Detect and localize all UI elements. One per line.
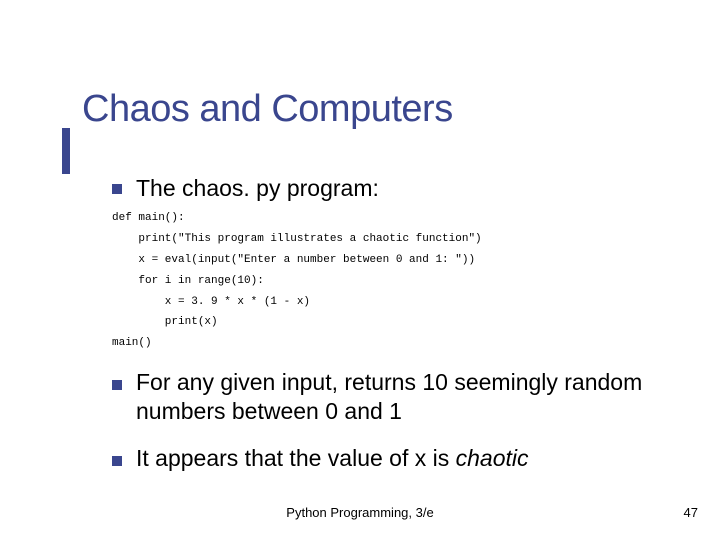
code-block: def main(): print("This program illustra… [112, 208, 680, 354]
bullet-item: It appears that the value of x is chaoti… [112, 444, 680, 473]
slide-title: Chaos and Computers [82, 88, 453, 131]
page-number: 47 [684, 505, 698, 520]
slide-body: The chaos. py program: def main(): print… [112, 175, 680, 478]
accent-bar [62, 128, 70, 174]
bullet-text: The chaos. py program: [136, 175, 379, 202]
bullet-text: For any given input, returns 10 seemingl… [136, 368, 680, 426]
slide: Chaos and Computers The chaos. py progra… [0, 0, 720, 540]
bullet-text-prefix: It appears that the value of x is [136, 445, 456, 471]
footer-book-title: Python Programming, 3/e [0, 505, 720, 520]
square-bullet-icon [112, 456, 122, 466]
bullet-item: The chaos. py program: [112, 175, 680, 202]
square-bullet-icon [112, 184, 122, 194]
bullet-text: It appears that the value of x is chaoti… [136, 444, 529, 473]
bullet-text-italic: chaotic [456, 445, 529, 471]
bullet-item: For any given input, returns 10 seemingl… [112, 368, 680, 426]
square-bullet-icon [112, 380, 122, 390]
